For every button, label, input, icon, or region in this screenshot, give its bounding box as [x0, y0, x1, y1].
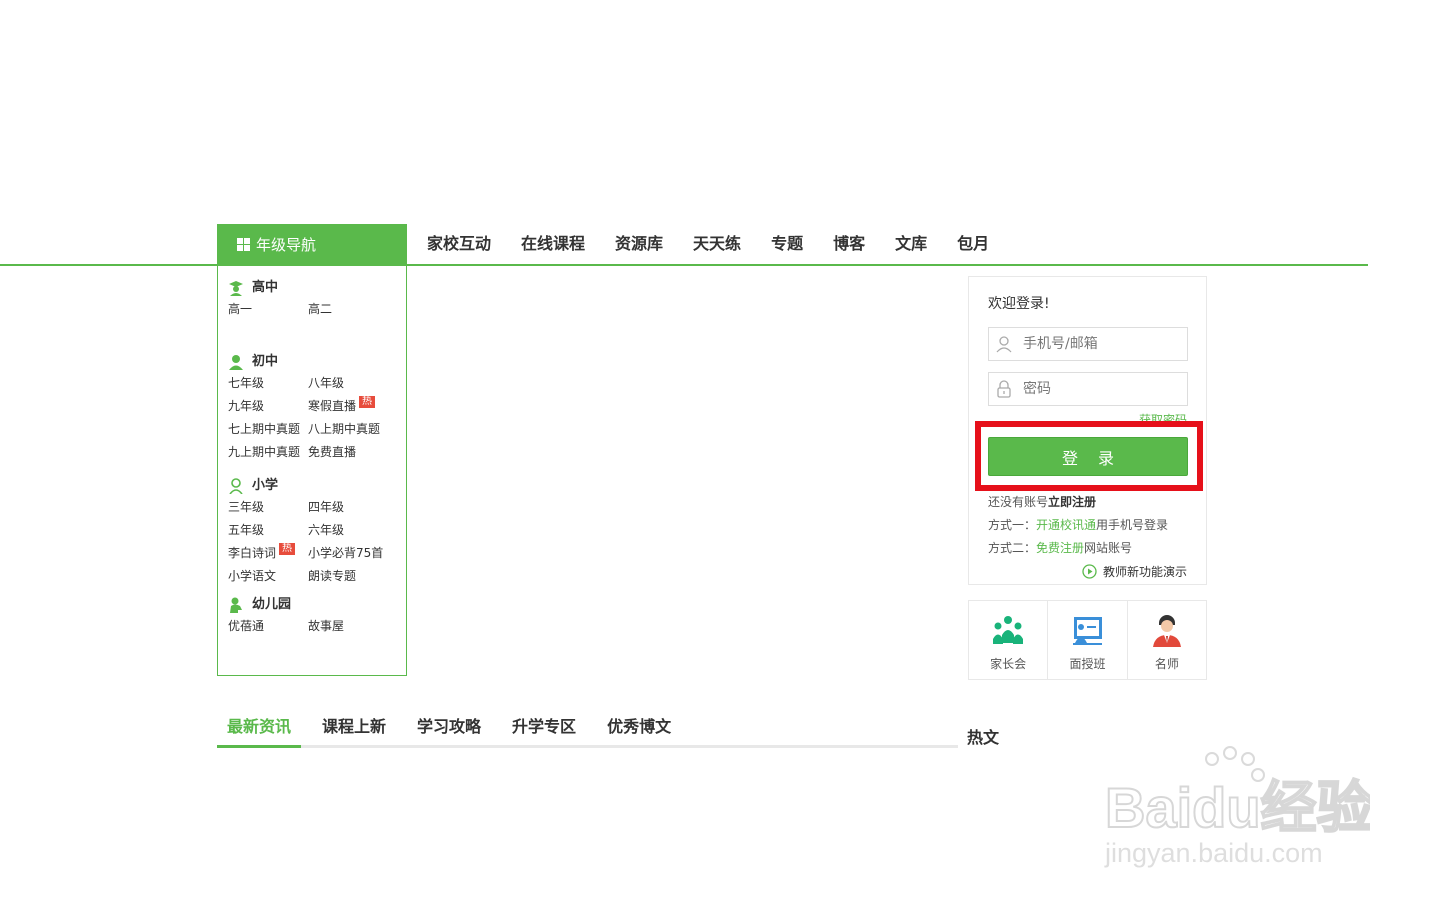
grade-section-middle: 初中 七年级 八年级 九年级 寒假直播热 七上期中真题 八上期中真题 九上期中真…: [228, 352, 403, 464]
nav-item-daily-practice[interactable]: 天天练: [678, 224, 756, 264]
no-account-line: 还没有账号立即注册: [988, 495, 1097, 509]
tab-new-courses[interactable]: 课程上新: [312, 708, 396, 745]
grade-link[interactable]: 寒假直播热: [308, 395, 388, 418]
child-icon: [229, 478, 243, 494]
grade-link[interactable]: 八上期中真题: [308, 418, 388, 441]
open-xxt-link[interactable]: 开通校讯通: [1036, 518, 1096, 532]
student-icon: [229, 355, 243, 370]
watermark-url: jingyan.baidu.com: [1104, 838, 1323, 868]
tab-latest-news[interactable]: 最新资讯: [217, 708, 302, 748]
service-parent-meeting[interactable]: 家长会: [969, 601, 1049, 679]
user-icon: [996, 336, 1012, 353]
grade-link[interactable]: 高二: [308, 298, 388, 321]
nav-item-online-course[interactable]: 在线课程: [506, 224, 600, 264]
nav-item-blog[interactable]: 博客: [818, 224, 880, 264]
classroom-icon: [1073, 617, 1103, 645]
teacher-demo-link[interactable]: 教师新功能演示: [1082, 563, 1187, 580]
phone-email-field-wrapper: [988, 327, 1188, 361]
password-input[interactable]: [1023, 381, 1173, 397]
toddler-icon: [230, 597, 242, 613]
grade-link[interactable]: 李白诗词热: [228, 542, 308, 565]
free-register-link[interactable]: 免费注册: [1036, 541, 1084, 555]
grade-link[interactable]: 九年级: [228, 395, 308, 418]
news-tabs: 最新资讯 课程上新 学习攻略 升学专区 优秀博文: [217, 708, 958, 748]
grade-link[interactable]: 高一: [228, 298, 308, 321]
login-button[interactable]: 登录: [988, 437, 1188, 476]
tab-admission[interactable]: 升学专区: [502, 708, 586, 745]
teacher-icon: [1152, 615, 1181, 647]
parent-meeting-icon: [993, 616, 1024, 644]
grade-link[interactable]: 四年级: [308, 496, 388, 519]
grade-link[interactable]: 七年级: [228, 372, 308, 395]
grade-title-middle: 初中: [252, 354, 279, 369]
grade-section-primary: 小学 三年级 四年级 五年级 六年级 李白诗词热 小学必背75首 小学语文 朗读…: [228, 476, 403, 588]
grade-title-high: 高中: [252, 280, 279, 295]
grade-panel: 高中 高一 高二 初中 七年级 八年级 九年级 寒假直播热 七上期中真题 八上期…: [217, 266, 407, 676]
grade-title-kindergarten: 幼儿园: [252, 597, 292, 612]
grade-section-high: 高中 高一 高二: [228, 278, 403, 321]
grade-link[interactable]: 免费直播: [308, 441, 388, 464]
hot-badge: 热: [359, 396, 376, 408]
grade-link[interactable]: 朗读专题: [308, 565, 388, 588]
play-circle-icon: [1082, 564, 1097, 579]
password-field-wrapper: [988, 372, 1188, 406]
graduate-cap-icon: [229, 281, 243, 296]
nav-item-home-school[interactable]: 家校互动: [412, 224, 506, 264]
grade-link[interactable]: 故事屋: [308, 615, 388, 638]
grade-link[interactable]: 小学必背75首: [308, 542, 388, 565]
nav-divider-line: [0, 264, 1368, 266]
grade-link[interactable]: 小学语文: [228, 565, 308, 588]
register-now-link[interactable]: 立即注册: [1048, 495, 1096, 509]
grade-nav-label: 年级导航: [256, 236, 317, 254]
grade-link[interactable]: 五年级: [228, 519, 308, 542]
service-classroom[interactable]: 面授班: [1048, 601, 1128, 679]
login-method-one: 方式一：开通校讯通用手机号登录: [988, 518, 1169, 532]
grid-icon: [237, 238, 250, 251]
tab-study-guides[interactable]: 学习攻略: [407, 708, 491, 745]
main-nav: 家校互动 在线课程 资源库 天天练 专题 博客 文库 包月: [412, 224, 1004, 264]
lock-icon: [997, 380, 1011, 398]
hot-articles-title: 热文: [967, 728, 1000, 747]
nav-item-monthly[interactable]: 包月: [942, 224, 1004, 264]
nav-item-library[interactable]: 文库: [880, 224, 942, 264]
watermark-logo: Baidu经验: [1105, 776, 1370, 839]
grade-link[interactable]: 六年级: [308, 519, 388, 542]
tab-top-blogs[interactable]: 优秀博文: [597, 708, 681, 745]
grade-link[interactable]: 七上期中真题: [228, 418, 308, 441]
grade-link[interactable]: 九上期中真题: [228, 441, 308, 464]
grade-link[interactable]: 八年级: [308, 372, 388, 395]
login-welcome: 欢迎登录!: [988, 296, 1050, 312]
grade-link[interactable]: 优蓓通: [228, 615, 308, 638]
phone-email-input[interactable]: [1023, 336, 1173, 352]
nav-item-resources[interactable]: 资源库: [600, 224, 678, 264]
login-method-two: 方式二：免费注册网站账号: [988, 541, 1133, 555]
service-teacher[interactable]: 名师: [1128, 601, 1206, 679]
grade-title-primary: 小学: [252, 478, 279, 493]
nav-item-topics[interactable]: 专题: [756, 224, 818, 264]
grade-link[interactable]: 三年级: [228, 496, 308, 519]
hot-badge: 热: [279, 543, 296, 555]
grade-nav-tab[interactable]: 年级导航: [217, 224, 407, 266]
service-shortcuts: 家长会 面授班 名师: [968, 600, 1207, 680]
baidu-jingyan-watermark: Baidu经验 jingyan.baidu.com: [1104, 746, 1370, 868]
grade-section-kindergarten: 幼儿园 优蓓通 故事屋: [228, 595, 403, 638]
